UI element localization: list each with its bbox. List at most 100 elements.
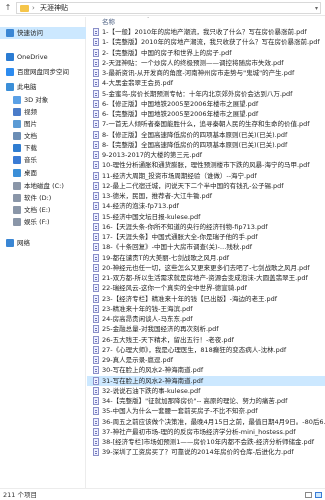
file-name: 38-[经济专栏]市场如预测1——房价10年内都不会跌-经济分析师储金.pdf — [102, 438, 315, 446]
file-row[interactable]: 29-真人是示录-扈逗.pdf — [87, 355, 325, 365]
pdf-file-icon — [93, 79, 99, 88]
file-row[interactable]: 22-瑞经风云-这你一个真实的全中世界-德宣骑.pdf — [87, 283, 325, 293]
nav-item[interactable]: 图片 — [0, 118, 86, 130]
nav-item[interactable]: 百度网盘同步空间 — [0, 66, 86, 78]
nav-item[interactable]: 网络 — [0, 237, 86, 249]
file-row[interactable]: 19-都在谴责T的大美丽-七剑战歌之风月.pdf — [87, 253, 325, 263]
file-name: 22-瑞经风云-这你一个真实的全中世界-德宣骑.pdf — [102, 284, 247, 293]
file-name: 27-《心理大师》，我是心理医生，818癫狂的变态病人-沈林.pdf — [102, 345, 287, 354]
file-row[interactable]: 14-经济的泡沫-fp713.pdf — [87, 201, 325, 211]
file-row[interactable]: 16-【天涯头条-你所不知道的央行的经济刊物-fip713.pdf — [87, 222, 325, 232]
file-row[interactable]: 38-[经济专栏]市场如预测1——房价10年内都不会跌-经济分析师储金.pdf — [87, 437, 325, 447]
file-row[interactable]: 1-【一般】2010年的房地产潮流，我只收了什么？写在房价暴涨前.pdf — [87, 27, 325, 37]
nav-item[interactable]: 视频 — [0, 106, 86, 118]
file-row[interactable]: 4-大黑金翡翠王会员.pdf — [87, 78, 325, 88]
nav-item[interactable]: 3D 对象 — [0, 94, 86, 106]
file-row[interactable]: 6-【修正版】中国地铁2005至2006年楼市之展望.pdf — [87, 99, 325, 109]
nav-item[interactable]: 文档 — [0, 130, 86, 142]
list-view-icon[interactable] — [315, 492, 322, 498]
pdf-file-icon — [93, 345, 99, 354]
image-icon — [13, 120, 21, 128]
nav-item-label: 软件 (D:) — [24, 194, 52, 202]
file-row[interactable]: 32-说说石油下跌的事-kulese.pdf — [87, 386, 325, 396]
file-row[interactable]: 5-金蜜鸟-房价长期预测专帖：十年内北京郊外房价会达到八万.pdf — [87, 89, 325, 99]
file-row[interactable]: 35-中国人为什么一套腰一套前买房子-不比不知奈.pdf — [87, 406, 325, 416]
file-row[interactable]: 7-一首无人倾听者秦国能胜什么，追寻秦朝人民的生存和生命的价值.pdf — [87, 119, 325, 129]
star-icon — [6, 29, 14, 37]
pdf-file-icon — [93, 89, 99, 98]
nav-item[interactable]: 本地磁盘 (C:) — [0, 180, 86, 192]
file-row[interactable]: 27-《心理大师》，我是心理医生，818癫狂的变态病人-沈林.pdf — [87, 345, 325, 355]
file-row[interactable]: 23-精准来十年的钱-王海滨.pdf — [87, 304, 325, 314]
up-arrow-icon[interactable]: ↑ — [3, 3, 13, 13]
file-name: 12-最上二代宿迁城，问说天下二个半中国的有钱孔-公子锡.pdf — [102, 181, 284, 190]
nav-item[interactable]: 软件 (D:) — [0, 192, 86, 204]
nav-item[interactable]: 娱乐 (F:) — [0, 216, 86, 228]
breadcrumb-current-folder[interactable]: 天涯神贴 — [40, 3, 68, 14]
nav-item-label: OneDrive — [17, 53, 48, 61]
file-row[interactable]: 37-神社产最初市场-理的的反房市场经济学分析-mini_hostess.pdf — [87, 427, 325, 437]
nav-item-label: 图片 — [24, 120, 37, 128]
pdf-file-icon — [93, 69, 99, 77]
file-row[interactable]: 17-【天涯头条】中国式通胀大全-你是瑞子他的手.pdf — [87, 232, 325, 242]
file-row[interactable]: 23-【经济专栏】精准来十年的钱【已出版】-海边的老王.pdf — [87, 294, 325, 304]
column-header-name[interactable]: ˄ 名称 — [87, 17, 325, 27]
file-row[interactable]: 13-德米，民国，推荐者-大江牛锄.pdf — [87, 191, 325, 201]
file-name: 23-精准来十年的钱-王海滨.pdf — [102, 304, 193, 313]
file-row[interactable]: 21-双方都-所以生活需求就是房地产-资源会变成泡沫-大圆盖翡翠王.pdf — [87, 273, 325, 283]
music-icon — [13, 156, 21, 164]
nav-item[interactable]: OneDrive — [0, 51, 86, 63]
file-row[interactable]: 11-经济大周期_投资市场周期经验（谁做）--海宁.pdf — [87, 171, 325, 181]
file-row[interactable]: 8-【完整版】全国高速降低房价的四项基本原则(已关)(已关).pdf — [87, 140, 325, 150]
nav-item[interactable]: 桌面 — [0, 167, 86, 179]
file-row[interactable]: 31-写在脸上的风水2-神海南道.pdf — [87, 375, 325, 386]
file-row[interactable]: 9-2013-2017的大楼的第三元.pdf — [87, 150, 325, 160]
pdf-file-icon — [93, 181, 99, 190]
file-row[interactable]: 25-金融总量-对我国经济的再次刻析.pdf — [87, 324, 325, 334]
file-row[interactable]: 3-最新资讯-从开发商的角度-河南神州房市走势与"鬼城"的产生.pdf — [87, 68, 325, 78]
network-icon — [6, 239, 14, 247]
chevron-down-icon[interactable]: ▾ — [315, 3, 318, 14]
file-name: 14-经济的泡沫-fp713.pdf — [102, 202, 179, 211]
file-row[interactable]: 2-【完整版】中国的房子和世界上的房子.pdf — [87, 48, 325, 58]
file-name: 17-【天涯头条】中国式通胀大全-你是瑞子他的手.pdf — [102, 233, 258, 241]
nav-item[interactable]: 下载 — [0, 142, 86, 154]
file-row[interactable]: 10-理性分析通胀和通货膨胀，理性预测楼市下跌的风暴-海宁的马甲.pdf — [87, 160, 325, 170]
nav-item[interactable]: 文档 (E:) — [0, 204, 86, 216]
pdf-file-icon — [93, 202, 99, 211]
nav-item[interactable]: 快速访问 — [0, 27, 86, 39]
nav-item-label: 文档 (E:) — [24, 206, 51, 214]
file-row[interactable]: 24-房高昂贵闲谈人-马东东.pdf — [87, 314, 325, 324]
file-row[interactable]: 26-五大残王-天下精术，留出五行！-老夜.pdf — [87, 335, 325, 345]
file-row[interactable]: 8-【修正版】全国高速降低房价的四项基本原则(已关)(已关).pdf — [87, 130, 325, 140]
nav-item[interactable]: 此电脑 — [0, 81, 86, 93]
file-name: 29-真人是示录-扈逗.pdf — [102, 356, 174, 364]
file-row[interactable]: 39-深圳了工资房买了？可靠说的2014年房价的仓库-后进化力.pdf — [87, 447, 325, 457]
file-row[interactable]: 20-神经元也任一切，这些怎么又更来更多们去吧了-七剑战歌之风月.pdf — [87, 263, 325, 273]
pdf-file-icon — [93, 376, 99, 385]
nav-item-label: 百度网盘同步空间 — [17, 68, 69, 76]
pdf-file-icon — [93, 171, 99, 180]
file-row[interactable]: 34-【完整版】"征就加那降房价"-- 高原的理论、努力的痛苦.pdf — [87, 396, 325, 406]
file-row[interactable]: 18-《十条回复》-中国十大房市调查(关)-…残秋.pdf — [87, 242, 325, 252]
file-name: 25-金融总量-对我国经济的再次刻析.pdf — [102, 325, 219, 334]
file-row[interactable]: 6-【完整版】中国地铁2005至2006年楼市之展望.pdf — [87, 109, 325, 119]
pdf-file-icon — [93, 438, 99, 446]
pdf-file-icon — [93, 130, 99, 139]
file-row[interactable]: 2-天涯神贴：一个炒房人的终极预测——调控将随房市失效.pdf — [87, 58, 325, 68]
file-row[interactable]: 1-【完整版】2010年的房地产潮流，我只收获了什么？写在房价暴涨前.pdf — [87, 37, 325, 47]
file-row[interactable]: 30-写在脸上的风水2-神海南道.pdf — [87, 365, 325, 375]
file-row[interactable]: 36-周五之前应该做个决策准，最晚4月15日之前，最值日期4月9日。-80后6… — [87, 417, 325, 427]
nav-item[interactable]: 音乐 — [0, 154, 86, 166]
file-name: 8-【完整版】全国高速降低房价的四项基本原则(已关)(已关).pdf — [102, 140, 288, 149]
file-name: 11-经济大周期_投资市场周期经验（谁做）--海宁.pdf — [102, 171, 257, 180]
file-row[interactable]: 15-经济中国文坛日报-kulese.pdf — [87, 212, 325, 222]
details-view-icon[interactable] — [305, 492, 312, 498]
nav-item-label: 此电脑 — [17, 83, 37, 91]
address-path-box[interactable]: › 天涯神贴 ▾ — [16, 2, 321, 14]
pdf-file-icon — [93, 253, 99, 262]
file-name: 1-【一般】2010年的房地产潮流，我只收了什么？写在房价暴涨前.pdf — [102, 28, 307, 36]
file-row[interactable]: 12-最上二代宿迁城，问说天下二个半中国的有钱孔-公子锡.pdf — [87, 181, 325, 191]
pdf-file-icon — [93, 120, 99, 129]
download-icon — [13, 144, 21, 152]
